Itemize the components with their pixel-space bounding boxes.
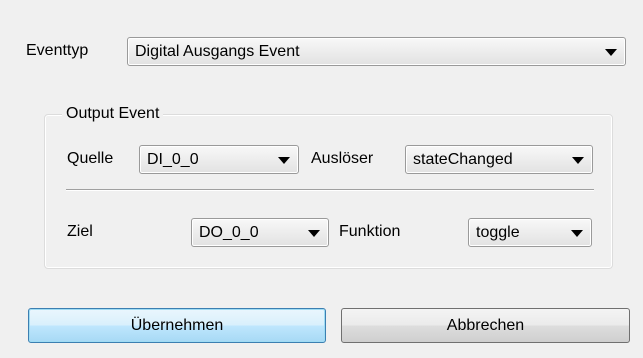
target-label: Ziel: [67, 223, 93, 240]
chevron-down-icon: [278, 157, 290, 164]
chevron-down-icon: [308, 230, 320, 237]
event-type-label: Eventtyp: [26, 42, 89, 59]
chevron-down-icon: [605, 49, 617, 56]
trigger-select[interactable]: stateChanged: [405, 145, 593, 174]
trigger-label: Auslöser: [311, 150, 374, 167]
chevron-down-icon: [572, 157, 584, 164]
function-select[interactable]: toggle: [468, 218, 592, 247]
group-separator: [66, 189, 594, 191]
source-label: Quelle: [67, 150, 114, 167]
event-type-select[interactable]: Digital Ausgangs Event: [127, 37, 626, 66]
cancel-button[interactable]: Abbrechen: [341, 308, 630, 343]
source-select[interactable]: DI_0_0: [139, 145, 299, 174]
target-value: DO_0_0: [199, 224, 259, 241]
output-event-group-title: Output Event: [62, 104, 164, 124]
chevron-down-icon: [571, 230, 583, 237]
function-value: toggle: [476, 224, 520, 241]
trigger-value: stateChanged: [413, 151, 513, 168]
function-label: Funktion: [339, 223, 401, 240]
output-event-dialog: Eventtyp Digital Ausgangs Event Output E…: [0, 0, 643, 358]
event-type-value: Digital Ausgangs Event: [135, 43, 300, 60]
target-select[interactable]: DO_0_0: [191, 218, 329, 247]
apply-button[interactable]: Übernehmen: [28, 308, 326, 343]
source-value: DI_0_0: [147, 151, 199, 168]
